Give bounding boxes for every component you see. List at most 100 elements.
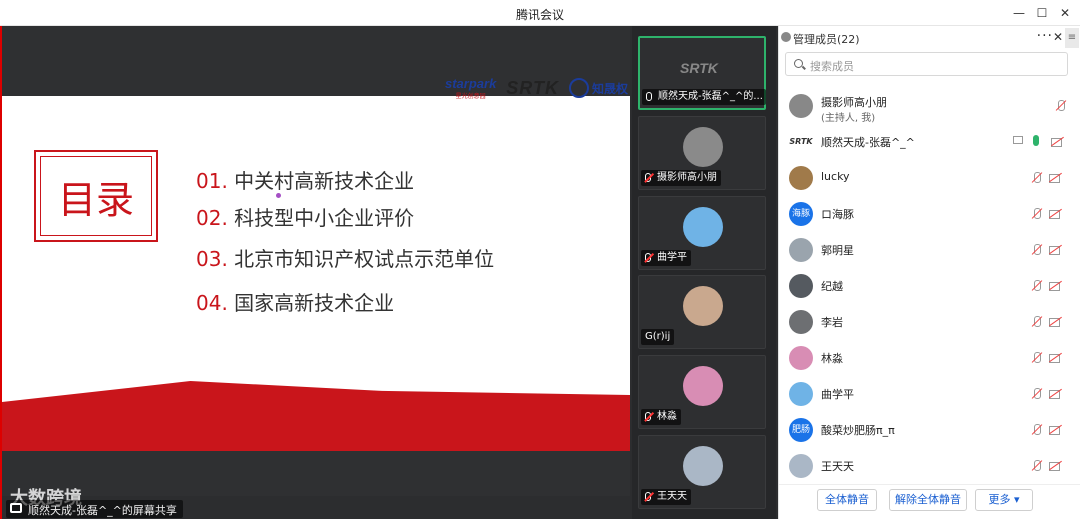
- close-panel-icon[interactable]: ✕: [1053, 30, 1063, 44]
- window-title: 腾讯会议: [515, 8, 564, 22]
- toc-item: 03. 北京市知识产权试点示范单位: [196, 247, 495, 271]
- camera-off-icon[interactable]: [1049, 460, 1063, 472]
- avatar: [683, 127, 723, 167]
- member-row[interactable]: 肥肠 酸菜炒肥肠π_π: [779, 412, 1080, 448]
- mic-muted-icon[interactable]: [1055, 100, 1067, 112]
- member-row[interactable]: 曲学平: [779, 376, 1080, 412]
- avatar: [789, 454, 813, 478]
- avatar: [789, 346, 813, 370]
- toc-heading: 目录: [40, 156, 152, 236]
- avatar: [789, 274, 813, 298]
- video-tile[interactable]: SRTK 顺然天成-张磊^_^的...: [638, 36, 766, 110]
- members-panel: 管理成员(22) ··· ✕ ≡ 搜索成员 摄影师高小朋 (主持人, 我) SR…: [778, 26, 1080, 519]
- member-name: 王天天: [821, 460, 854, 473]
- camera-off-icon[interactable]: [1049, 172, 1063, 184]
- minimize-button[interactable]: —: [1010, 5, 1028, 21]
- member-row[interactable]: 摄影师高小朋 (主持人, 我): [779, 88, 1080, 124]
- slide-bottom-band: [2, 451, 630, 496]
- video-tile[interactable]: 王天天: [638, 435, 766, 509]
- member-row[interactable]: lucky: [779, 160, 1080, 196]
- avatar: [789, 166, 813, 190]
- mic-muted-icon[interactable]: [1031, 316, 1043, 328]
- member-row[interactable]: 王天天: [779, 448, 1080, 484]
- avatar: [683, 366, 723, 406]
- camera-off-icon[interactable]: [1049, 208, 1063, 220]
- avatar: [789, 310, 813, 334]
- mic-muted-icon[interactable]: [1031, 244, 1043, 256]
- srtk-logo: SRTK: [506, 77, 559, 98]
- mic-muted-icon: [645, 173, 651, 182]
- mic-muted-icon[interactable]: [1031, 172, 1043, 184]
- mic-muted-icon[interactable]: [1031, 388, 1043, 400]
- mic-muted-icon: [645, 412, 651, 421]
- member-name: 李岩: [821, 316, 843, 329]
- toc-item: 04. 国家高新技术企业: [196, 291, 395, 315]
- search-input[interactable]: 搜索成员: [785, 52, 1068, 76]
- close-button[interactable]: ✕: [1056, 5, 1074, 21]
- search-placeholder: 搜索成员: [810, 60, 854, 73]
- camera-off-icon[interactable]: [1049, 316, 1063, 328]
- member-name: 顺然天成-张磊^_^: [821, 136, 915, 149]
- member-name: 曲学平: [821, 388, 854, 401]
- member-row[interactable]: 纪越: [779, 268, 1080, 304]
- avatar: [683, 286, 723, 326]
- mic-muted-icon[interactable]: [1031, 208, 1043, 220]
- avatar: 海豚: [789, 202, 813, 226]
- screen-share-label: 顺然天成-张磊^_^的屏幕共享: [6, 500, 183, 518]
- mic-muted-icon[interactable]: [1031, 352, 1043, 364]
- member-name: 摄影师高小朋: [821, 96, 887, 109]
- camera-off-icon[interactable]: [1051, 136, 1065, 148]
- mic-icon: [646, 92, 652, 101]
- avatar: [789, 94, 813, 118]
- toc-item: 02. 科技型中小企业评价: [196, 206, 415, 230]
- screen-share-icon: [1013, 136, 1023, 144]
- starpark-logo: starpark 星光创意园: [444, 76, 497, 100]
- search-icon: [794, 59, 803, 68]
- screen-share-icon: [10, 503, 22, 513]
- member-name: 林淼: [821, 352, 843, 365]
- member-row[interactable]: 海豚 ロ海豚: [779, 196, 1080, 232]
- mic-muted-icon[interactable]: [1031, 280, 1043, 292]
- panel-header: 管理成员(22) ··· ✕ ≡: [779, 26, 1080, 50]
- member-name: 郭明星: [821, 244, 854, 257]
- mic-muted-icon[interactable]: [1031, 460, 1043, 472]
- camera-off-icon[interactable]: [1049, 352, 1063, 364]
- mic-on-icon[interactable]: [1033, 135, 1039, 146]
- tile-name-label: G(r)ij: [641, 329, 675, 345]
- mute-all-button[interactable]: 全体静音: [817, 489, 877, 511]
- member-name: ロ海豚: [821, 208, 854, 221]
- panel-footer: 全体静音 解除全体静音 更多 ▾: [779, 484, 1080, 519]
- member-row[interactable]: 林淼: [779, 340, 1080, 376]
- sidebar-toggle-icon[interactable]: ≡: [1065, 28, 1079, 48]
- member-row[interactable]: SRTK 顺然天成-张磊^_^: [779, 124, 1080, 160]
- member-name: lucky: [821, 170, 850, 183]
- more-options-icon[interactable]: ···: [1037, 28, 1053, 44]
- more-button[interactable]: 更多 ▾: [975, 489, 1033, 511]
- member-row[interactable]: 李岩: [779, 304, 1080, 340]
- tile-name-label: 曲学平: [641, 250, 691, 266]
- toc-heading-box: 目录: [34, 150, 158, 242]
- tile-name-label: 王天天: [641, 489, 691, 505]
- srtk-logo: SRTK: [680, 60, 718, 76]
- avatar: 肥肠: [789, 418, 813, 442]
- video-tile-column: SRTK 顺然天成-张磊^_^的... 摄影师高小朋 曲学平 G(r)ij 林淼…: [632, 26, 776, 519]
- unmute-all-button[interactable]: 解除全体静音: [889, 489, 967, 511]
- maximize-button[interactable]: ☐: [1033, 5, 1051, 21]
- slide-logos: starpark 星光创意园 SRTK 知晟权: [445, 76, 628, 100]
- camera-off-icon[interactable]: [1049, 388, 1063, 400]
- video-tile[interactable]: G(r)ij: [638, 275, 766, 349]
- video-tile[interactable]: 曲学平: [638, 196, 766, 270]
- camera-off-icon[interactable]: [1049, 424, 1063, 436]
- member-row[interactable]: 郭明星: [779, 232, 1080, 268]
- camera-off-icon[interactable]: [1049, 280, 1063, 292]
- zhisheng-logo: 知晟权: [568, 78, 628, 98]
- camera-off-icon[interactable]: [1049, 244, 1063, 256]
- mic-muted-icon[interactable]: [1031, 424, 1043, 436]
- video-tile[interactable]: 林淼: [638, 355, 766, 429]
- avatar: SRTK: [789, 130, 813, 154]
- member-name: 纪越: [821, 280, 843, 293]
- avatar: [789, 238, 813, 262]
- member-name: 酸菜炒肥肠π_π: [821, 424, 895, 437]
- avatar: [683, 207, 723, 247]
- video-tile[interactable]: 摄影师高小朋: [638, 116, 766, 190]
